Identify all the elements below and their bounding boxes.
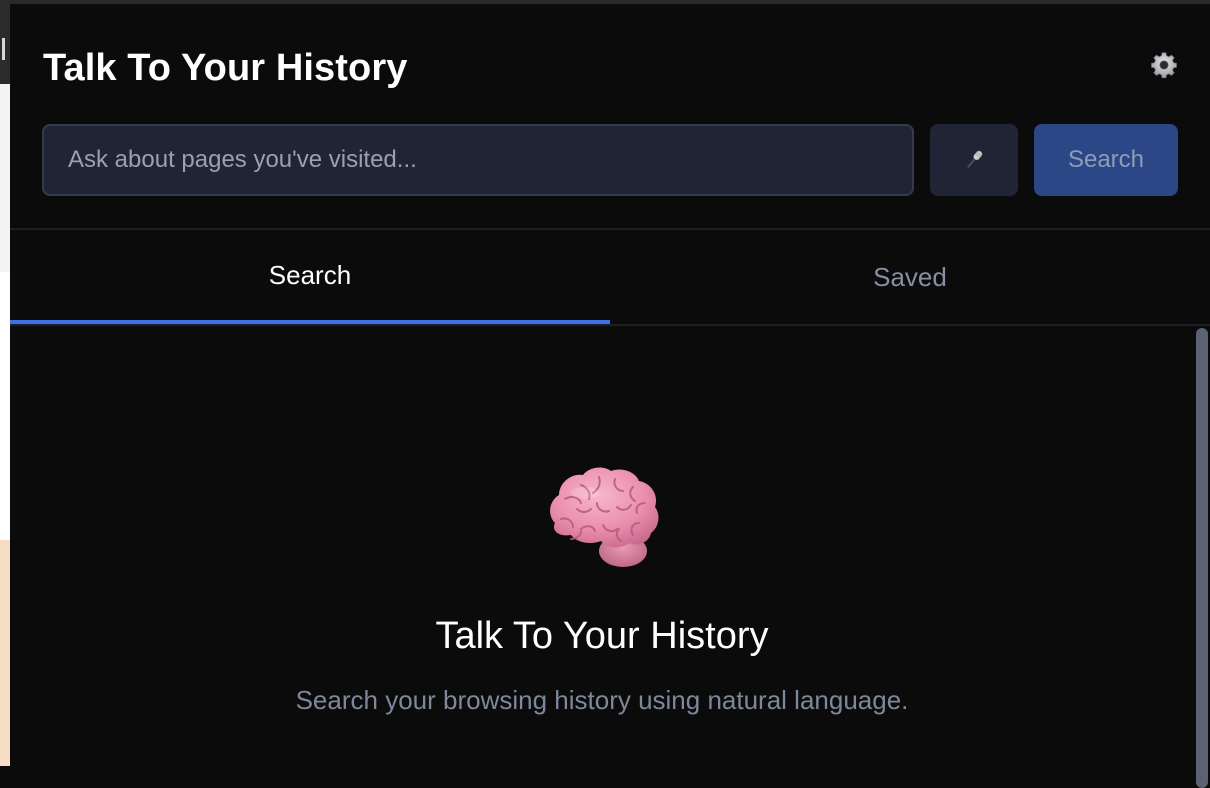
app-title: Talk To Your History	[43, 47, 408, 89]
voice-search-button[interactable]	[930, 124, 1018, 196]
empty-state-title: Talk To Your History	[435, 615, 769, 657]
brain-icon	[550, 467, 659, 567]
microphone-icon	[967, 150, 983, 168]
gear-icon	[1151, 52, 1177, 79]
tab-search[interactable]: Search	[10, 230, 610, 324]
background-page	[0, 0, 10, 766]
results-scrollbar[interactable]	[1194, 326, 1210, 788]
settings-button[interactable]	[1149, 50, 1179, 80]
results-area: Talk To Your History Search your browsin…	[10, 326, 1194, 770]
tab-bar: Search Saved	[10, 230, 1210, 324]
background-content-block	[0, 272, 10, 540]
search-input[interactable]	[42, 124, 914, 196]
scrollbar-thumb[interactable]	[1196, 328, 1208, 788]
tab-saved[interactable]: Saved	[610, 230, 1210, 324]
extension-panel: Talk To Your History Search	[10, 0, 1210, 788]
background-image-block	[0, 540, 10, 766]
background-toolbar	[0, 0, 10, 84]
tab-search-label: Search	[268, 259, 352, 290]
tab-saved-label: Saved	[873, 261, 947, 292]
search-button[interactable]: Search	[1034, 124, 1178, 196]
empty-state-subtitle: Search your browsing history using natur…	[295, 685, 909, 715]
